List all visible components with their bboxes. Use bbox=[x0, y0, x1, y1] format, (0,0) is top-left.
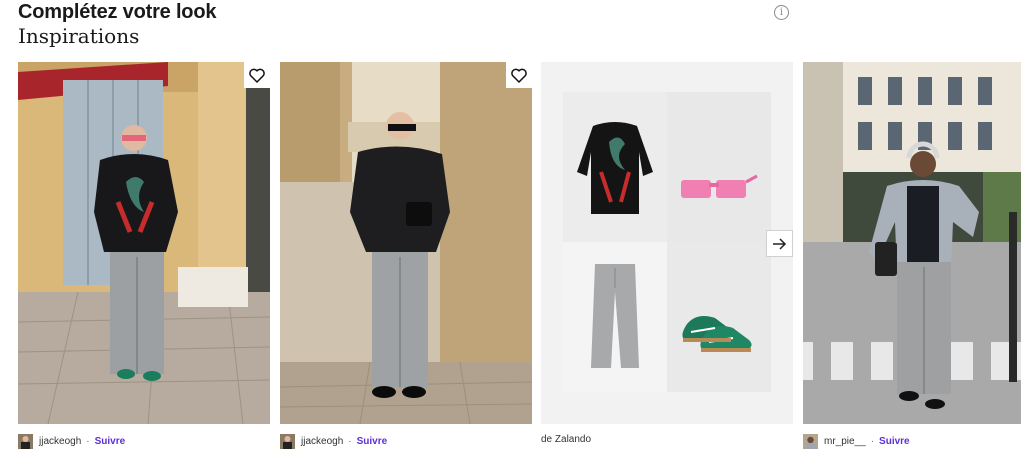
card-2-caption: jjackeogh · Suivre bbox=[280, 432, 387, 450]
outfit-photo-2 bbox=[280, 62, 532, 424]
inspiration-card-1[interactable] bbox=[18, 62, 270, 424]
heart-icon bbox=[511, 68, 527, 83]
inspiration-card-4[interactable] bbox=[803, 62, 1021, 424]
avatar[interactable] bbox=[18, 433, 33, 449]
avatar[interactable] bbox=[280, 433, 295, 449]
username[interactable]: jjackeogh bbox=[39, 436, 81, 447]
product-collage-card[interactable] bbox=[541, 62, 793, 424]
source-label: de Zalando bbox=[541, 433, 592, 445]
heart-icon bbox=[249, 68, 265, 83]
follow-button[interactable]: Suivre bbox=[357, 436, 388, 447]
separator: · bbox=[348, 435, 352, 447]
username[interactable]: mr_pie__ bbox=[824, 436, 866, 447]
outfit-photo-4 bbox=[803, 62, 1021, 424]
separator: · bbox=[870, 435, 875, 447]
info-icon[interactable]: i bbox=[774, 5, 789, 20]
follow-button[interactable]: Suivre bbox=[95, 436, 126, 447]
favorite-button[interactable] bbox=[244, 62, 270, 88]
section-title: Complétez votre look bbox=[18, 1, 217, 23]
arrow-right-icon bbox=[773, 237, 787, 250]
inspiration-card-2[interactable] bbox=[280, 62, 532, 424]
favorite-button[interactable] bbox=[506, 62, 532, 88]
card-1-caption: jjackeogh · Suivre bbox=[18, 432, 125, 450]
next-button[interactable] bbox=[766, 230, 793, 257]
card-3-caption: de Zalando bbox=[541, 430, 591, 448]
avatar[interactable] bbox=[803, 433, 818, 449]
follow-button[interactable]: Suivre bbox=[879, 436, 910, 447]
card-4-caption: mr_pie__ · Suivre bbox=[803, 432, 910, 450]
product-collage bbox=[541, 62, 793, 424]
outfit-photo-1 bbox=[18, 62, 270, 424]
username[interactable]: jjackeogh bbox=[301, 436, 343, 447]
section-subtitle: Inspirations bbox=[18, 24, 140, 48]
separator: · bbox=[86, 435, 90, 447]
